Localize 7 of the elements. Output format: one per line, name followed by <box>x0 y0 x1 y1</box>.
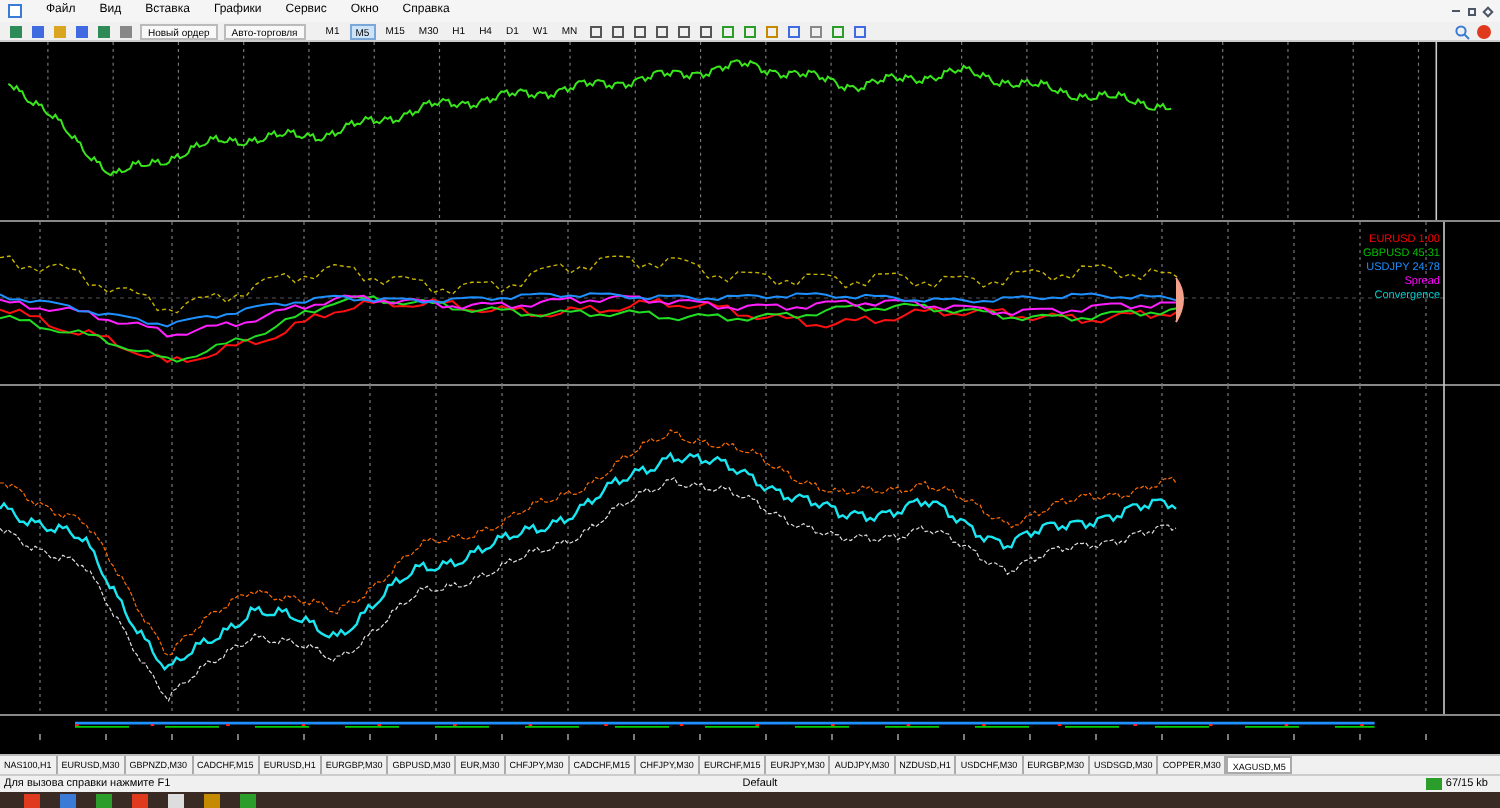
taskbar-app-icon[interactable] <box>168 793 184 807</box>
histogram-marker <box>1175 277 1184 323</box>
window-controls-icon[interactable] <box>1452 5 1492 17</box>
taskbar-app-icon[interactable] <box>204 793 220 807</box>
notification-icon[interactable] <box>1476 23 1492 39</box>
search-icon[interactable] <box>1454 23 1470 39</box>
connection-icon <box>1425 778 1442 790</box>
